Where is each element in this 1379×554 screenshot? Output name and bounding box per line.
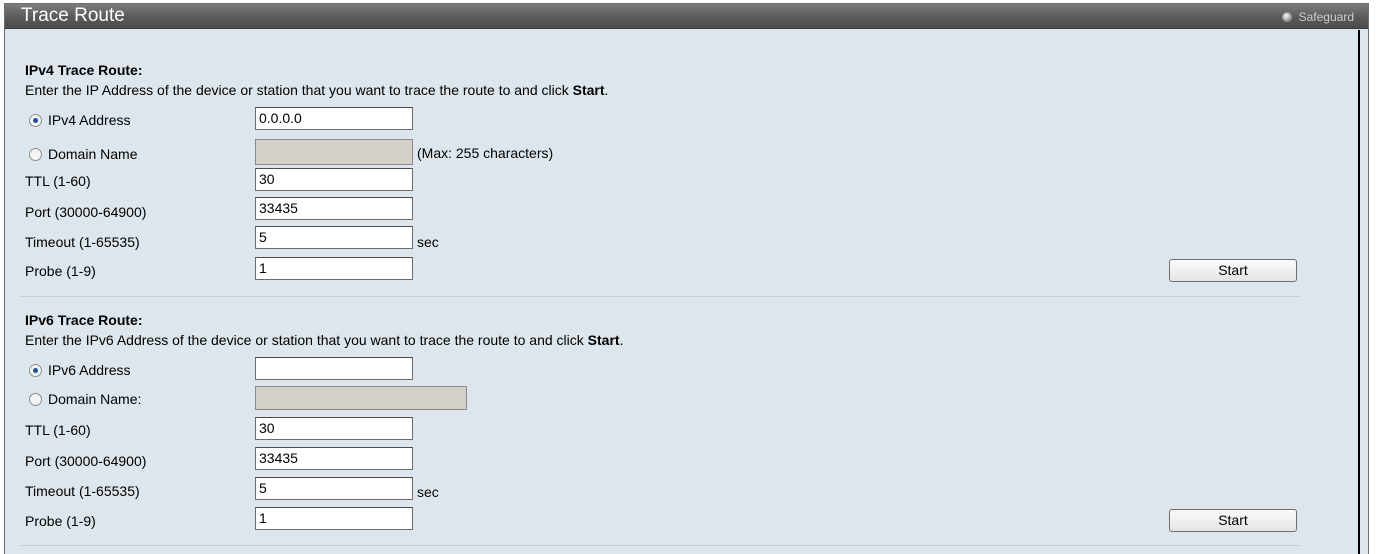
ipv6-address-option[interactable]: IPv6 Address <box>25 361 131 379</box>
safeguard-indicator: Safeguard <box>1281 9 1354 25</box>
ipv6-section-title: IPv6 Trace Route: <box>25 312 143 328</box>
ipv6-description: Enter the IPv6 Address of the device or … <box>25 332 623 348</box>
ipv6-probe-input[interactable]: 1 <box>255 507 413 530</box>
ipv6-ttl-label: TTL (1-60) <box>25 422 91 438</box>
ipv6-port-input[interactable]: 33435 <box>255 447 413 470</box>
ipv6-domain-radio[interactable] <box>29 392 42 406</box>
ipv6-domain-input[interactable] <box>255 386 467 410</box>
title-bar: Trace Route Safeguard <box>5 4 1368 29</box>
ipv6-timeout-input[interactable]: 5 <box>255 477 413 500</box>
section-divider-bottom <box>19 545 1301 546</box>
safeguard-label: Safeguard <box>1298 10 1354 24</box>
ipv4-domain-input[interactable] <box>255 139 413 165</box>
ipv6-timeout-label: Timeout (1-65535) <box>25 483 140 499</box>
trace-route-panel: Trace Route Safeguard IPv4 Trace Route: … <box>4 3 1369 554</box>
safeguard-status-icon <box>1281 12 1292 22</box>
ipv6-port-label: Port (30000-64900) <box>25 453 147 469</box>
ipv4-address-option[interactable]: IPv4 Address <box>25 111 131 129</box>
ipv6-probe-label: Probe (1-9) <box>25 513 96 529</box>
ipv4-ttl-label: TTL (1-60) <box>25 173 91 189</box>
ipv6-address-radio[interactable] <box>29 363 42 377</box>
ipv4-port-label: Port (30000-64900) <box>25 204 147 220</box>
ipv4-start-button[interactable]: Start <box>1169 259 1297 282</box>
ipv4-probe-label: Probe (1-9) <box>25 263 96 279</box>
ipv4-timeout-unit: sec <box>417 234 439 250</box>
page-title: Trace Route <box>21 5 125 26</box>
ipv4-probe-input[interactable]: 1 <box>255 257 413 280</box>
ipv6-address-label: IPv6 Address <box>48 362 131 378</box>
scrollbar-edge <box>1358 30 1360 554</box>
ipv6-domain-label: Domain Name: <box>48 391 142 407</box>
section-divider <box>19 296 1301 297</box>
ipv6-start-button[interactable]: Start <box>1169 509 1297 532</box>
ipv4-address-input[interactable]: 0.0.0.0 <box>255 107 413 130</box>
ipv4-section-title: IPv4 Trace Route: <box>25 62 143 78</box>
ipv4-domain-hint: (Max: 255 characters) <box>417 145 554 161</box>
ipv4-address-radio[interactable] <box>29 113 42 127</box>
ipv4-domain-label: Domain Name <box>48 146 138 162</box>
ipv4-description: Enter the IP Address of the device or st… <box>25 82 608 98</box>
ipv4-address-label: IPv4 Address <box>48 112 131 128</box>
ipv4-domain-option[interactable]: Domain Name <box>25 145 137 163</box>
ipv4-port-input[interactable]: 33435 <box>255 197 413 220</box>
ipv6-timeout-unit: sec <box>417 484 439 500</box>
ipv6-ttl-input[interactable]: 30 <box>255 417 413 440</box>
ipv6-description-end: . <box>619 332 624 348</box>
ipv4-timeout-label: Timeout (1-65535) <box>25 234 140 250</box>
ipv4-description-end: . <box>604 82 609 98</box>
ipv4-ttl-input[interactable]: 30 <box>255 168 413 191</box>
ipv6-domain-option[interactable]: Domain Name: <box>25 390 141 408</box>
ipv6-description-text: Enter the IPv6 Address of the device or … <box>25 332 588 348</box>
ipv4-description-text: Enter the IP Address of the device or st… <box>25 82 573 98</box>
ipv4-timeout-input[interactable]: 5 <box>255 226 413 249</box>
ipv4-description-start: Start <box>572 82 605 98</box>
ipv6-address-input[interactable] <box>255 357 413 380</box>
ipv6-description-start: Start <box>587 332 620 348</box>
ipv4-domain-radio[interactable] <box>29 147 42 161</box>
